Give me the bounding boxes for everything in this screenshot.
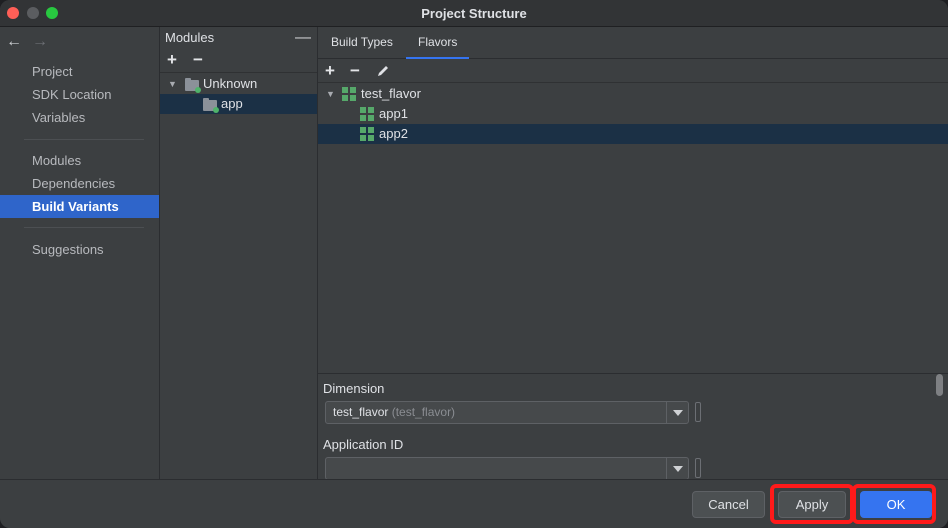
dimension-label: Dimension bbox=[323, 381, 385, 396]
ok-highlight-box bbox=[852, 484, 936, 524]
flavors-tree: ▼ test_flavor app1 app2 bbox=[318, 83, 948, 373]
tree-item-label: app2 bbox=[379, 126, 408, 141]
sidebar: ← → Project SDK Location Variables Modul… bbox=[0, 27, 160, 479]
dialog-button-bar: Cancel Apply OK bbox=[0, 479, 948, 528]
flavor-properties: Dimension test_flavor (test_flavor) Appl… bbox=[318, 373, 948, 480]
tree-item-label: Unknown bbox=[203, 76, 258, 91]
window-title: Project Structure bbox=[421, 6, 527, 21]
application-id-label: Application ID bbox=[323, 437, 404, 452]
scrollbar[interactable] bbox=[936, 374, 943, 396]
tree-item-app2[interactable]: app2 bbox=[318, 124, 948, 144]
project-structure-dialog: Project Structure ← → Project SDK Locati… bbox=[0, 0, 948, 528]
flavor-icon bbox=[360, 127, 374, 141]
sidebar-divider bbox=[24, 139, 144, 140]
remove-flavor-button[interactable]: − bbox=[350, 60, 360, 82]
tree-item-test-flavor[interactable]: ▼ test_flavor bbox=[318, 84, 948, 104]
tree-item-label: app bbox=[221, 96, 243, 111]
sidebar-item-dependencies[interactable]: Dependencies bbox=[0, 172, 159, 195]
title-bar: Project Structure bbox=[0, 0, 948, 27]
tree-item-app[interactable]: app bbox=[160, 94, 317, 114]
sidebar-item-sdk-location[interactable]: SDK Location bbox=[0, 83, 159, 106]
chevron-down-icon[interactable] bbox=[666, 458, 688, 479]
tab-bar: Build Types Flavors bbox=[318, 27, 948, 59]
sidebar-item-modules[interactable]: Modules bbox=[0, 149, 159, 172]
chevron-down-icon[interactable] bbox=[666, 402, 688, 423]
flavors-toolbar: + − bbox=[318, 60, 948, 83]
tree-item-app1[interactable]: app1 bbox=[318, 104, 948, 124]
flavor-dimension-icon bbox=[342, 87, 356, 101]
flavor-icon bbox=[360, 107, 374, 121]
dimension-value: test_flavor (test_flavor) bbox=[333, 405, 456, 419]
cancel-button[interactable]: Cancel bbox=[692, 491, 765, 518]
application-id-extra-button[interactable] bbox=[695, 458, 701, 478]
module-folder-icon bbox=[185, 78, 201, 93]
modules-toolbar: + − bbox=[160, 49, 317, 73]
sidebar-item-project[interactable]: Project bbox=[0, 60, 159, 83]
application-id-select[interactable] bbox=[325, 457, 689, 480]
pencil-icon[interactable] bbox=[375, 63, 391, 79]
tree-item-label: app1 bbox=[379, 106, 408, 121]
module-folder-icon bbox=[203, 98, 219, 113]
remove-module-button[interactable]: − bbox=[193, 49, 203, 71]
arrow-left-icon[interactable]: ← bbox=[6, 33, 22, 51]
tab-flavors[interactable]: Flavors bbox=[406, 27, 470, 59]
sidebar-item-build-variants[interactable]: Build Variants bbox=[0, 195, 159, 218]
arrow-right-icon[interactable]: → bbox=[32, 33, 48, 51]
chevron-down-icon[interactable]: ▼ bbox=[168, 74, 177, 94]
sidebar-divider bbox=[24, 227, 144, 228]
sidebar-item-suggestions[interactable]: Suggestions bbox=[0, 238, 159, 261]
modules-header: Modules — bbox=[160, 27, 317, 49]
dimension-select[interactable]: test_flavor (test_flavor) bbox=[325, 401, 689, 424]
tree-item-label: test_flavor bbox=[361, 86, 421, 101]
main-panel: Build Types Flavors + − ▼ test_flavor ap… bbox=[318, 27, 948, 480]
sidebar-item-variables[interactable]: Variables bbox=[0, 106, 159, 129]
add-flavor-button[interactable]: + bbox=[325, 60, 335, 82]
modules-panel: Modules — + − ▼ Unknown app bbox=[160, 27, 318, 479]
modules-header-label: Modules bbox=[165, 30, 215, 45]
chevron-down-icon[interactable]: ▼ bbox=[326, 84, 335, 104]
apply-highlight-box bbox=[770, 484, 854, 524]
dimension-extra-button[interactable] bbox=[695, 402, 701, 422]
tree-item-unknown[interactable]: ▼ Unknown bbox=[160, 74, 317, 94]
collapse-panel-button[interactable]: — bbox=[295, 27, 311, 49]
add-module-button[interactable]: + bbox=[167, 49, 177, 71]
tab-build-types[interactable]: Build Types bbox=[319, 27, 405, 59]
